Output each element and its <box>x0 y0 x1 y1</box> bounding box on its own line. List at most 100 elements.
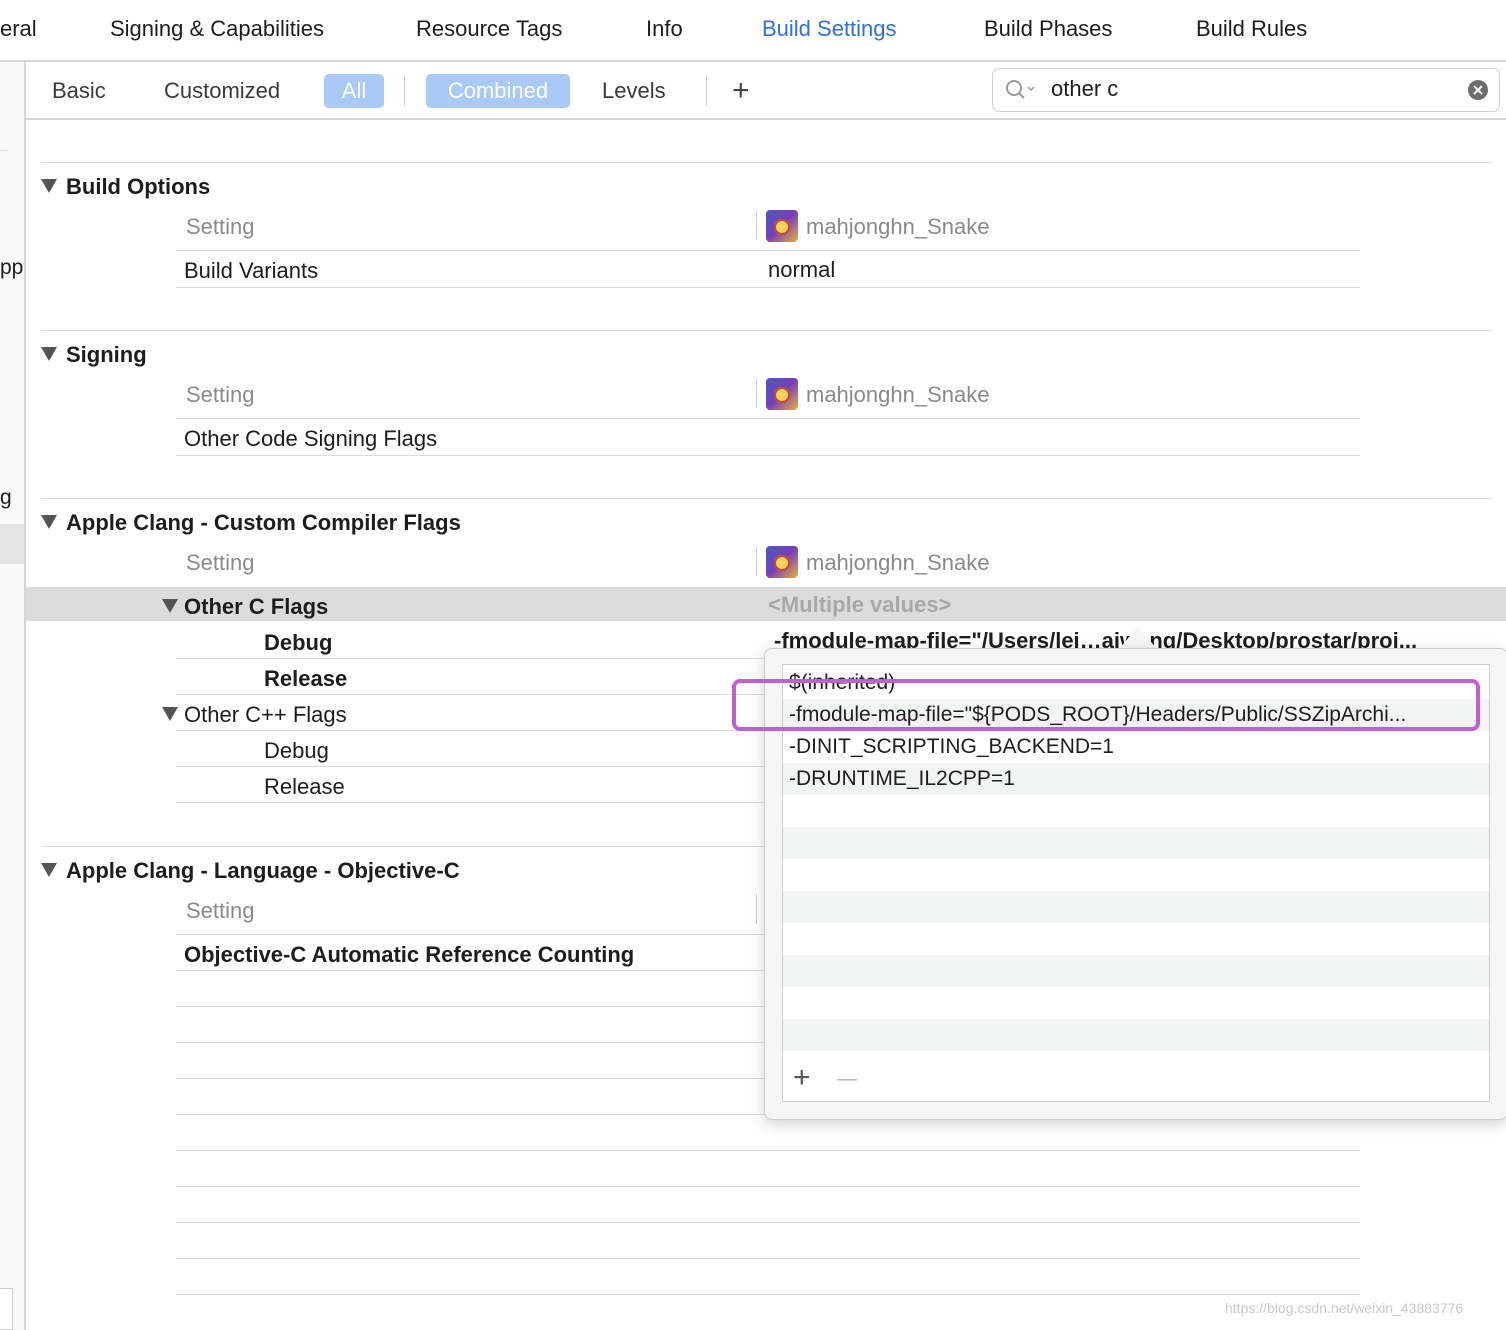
row-divider <box>176 970 764 971</box>
config-name-release: Release <box>264 666 348 691</box>
disclosure-triangle-icon[interactable] <box>162 707 178 721</box>
all-button[interactable]: All <box>324 74 384 108</box>
empty-list-row <box>783 859 1489 891</box>
search-input[interactable]: other c <box>1051 76 1118 102</box>
column-divider <box>756 378 757 408</box>
setting-column-header: Setting <box>186 214 255 239</box>
add-flag-button[interactable]: + <box>793 1063 811 1093</box>
popover-arrow <box>1120 626 1156 648</box>
empty-list-row <box>783 1019 1489 1051</box>
row-divider <box>176 730 764 731</box>
tab-build-phases[interactable]: Build Phases <box>984 16 1112 42</box>
section-title-objective-c: Apple Clang - Language - Objective-C <box>66 858 460 883</box>
disclosure-triangle-icon[interactable] <box>41 515 57 529</box>
disclosure-triangle-icon[interactable] <box>41 347 57 361</box>
row-divider <box>176 250 1360 251</box>
empty-list-row <box>783 955 1489 987</box>
row-divider <box>176 455 1360 456</box>
build-settings-filter-bar: Basic Customized All Combined Levels + o… <box>26 62 1506 120</box>
section-title-build-options: Build Options <box>66 174 211 199</box>
row-divider <box>176 287 1360 288</box>
tab-general[interactable]: eral <box>0 16 37 42</box>
target-app-icon <box>766 210 798 242</box>
setting-name-build-variants[interactable]: Build Variants <box>184 258 318 284</box>
row-divider <box>176 1294 1360 1295</box>
levels-button[interactable]: Levels <box>602 74 666 108</box>
basic-button[interactable]: Basic <box>52 74 106 108</box>
section-title-signing: Signing <box>66 342 147 367</box>
row-divider <box>176 766 764 767</box>
setting-value-multiple-values[interactable]: <Multiple values> <box>768 592 951 618</box>
row-divider <box>176 1222 1360 1223</box>
section-divider <box>42 330 1492 331</box>
watermark: https://blog.csdn.net/weixin_43883776 <box>1225 1300 1464 1316</box>
target-column-header: mahjonghn_Snake <box>806 550 990 575</box>
sidebar-divider <box>0 150 8 151</box>
target-column-header: mahjonghn_Snake <box>806 214 990 239</box>
row-divider <box>176 1258 1360 1259</box>
section-title-custom-compiler-flags: Apple Clang - Custom Compiler Flags <box>66 510 461 535</box>
empty-list-row <box>783 987 1489 1019</box>
list-item[interactable]: -DRUNTIME_IL2CPP=1 <box>783 763 1489 795</box>
setting-column-header: Setting <box>186 382 255 407</box>
row-divider <box>176 1186 1360 1187</box>
list-item[interactable]: -DINIT_SCRIPTING_BACKEND=1 <box>783 731 1489 763</box>
disclosure-triangle-icon[interactable] <box>41 179 57 193</box>
filter-divider <box>706 76 707 106</box>
row-divider <box>176 694 764 695</box>
row-divider <box>176 1042 764 1043</box>
row-divider <box>176 1006 764 1007</box>
row-divider <box>176 658 764 659</box>
tab-build-rules[interactable]: Build Rules <box>1196 16 1307 42</box>
setting-name-objc-arc[interactable]: Objective-C Automatic Reference Counting <box>184 942 634 968</box>
column-divider <box>756 546 757 576</box>
clear-search-icon[interactable] <box>1467 79 1489 101</box>
row-divider <box>176 1150 1360 1151</box>
setting-column-header: Setting <box>186 898 255 923</box>
empty-list-row <box>783 923 1489 955</box>
config-name-debug: Debug <box>264 738 329 763</box>
sidebar-selected-item[interactable] <box>0 524 24 564</box>
sidebar-filter-field[interactable] <box>0 1288 13 1330</box>
customized-button[interactable]: Customized <box>164 74 280 108</box>
annotation-highlight-box <box>732 679 1480 731</box>
add-setting-button[interactable]: + <box>732 74 750 108</box>
tab-signing-capabilities[interactable]: Signing & Capabilities <box>110 16 324 42</box>
tab-info[interactable]: Info <box>646 16 683 42</box>
section-divider <box>42 498 1492 499</box>
disclosure-triangle-icon[interactable] <box>41 863 57 877</box>
filter-divider <box>404 76 405 106</box>
remove-flag-button[interactable]: — <box>837 1069 857 1089</box>
config-name-release: Release <box>264 774 345 799</box>
tab-bar: eral Signing & Capabilities Resource Tag… <box>0 0 1506 62</box>
setting-name-other-code-signing-flags[interactable]: Other Code Signing Flags <box>184 426 437 452</box>
config-name-debug: Debug <box>264 630 333 655</box>
sidebar-item-app[interactable]: pp <box>0 256 23 280</box>
setting-column-header: Setting <box>186 550 255 575</box>
column-divider <box>756 894 757 924</box>
target-app-icon <box>766 378 798 410</box>
section-divider <box>42 846 764 847</box>
combined-button[interactable]: Combined <box>426 74 570 108</box>
row-divider <box>176 802 764 803</box>
empty-list-row <box>783 891 1489 923</box>
row-divider <box>176 1078 764 1079</box>
tab-build-settings[interactable]: Build Settings <box>762 16 897 42</box>
setting-value-build-variants[interactable]: normal <box>768 257 835 283</box>
disclosure-triangle-icon[interactable] <box>162 599 178 613</box>
empty-list-row <box>783 795 1489 827</box>
targets-sidebar: pp g <box>0 62 26 1330</box>
tab-resource-tags[interactable]: Resource Tags <box>416 16 562 42</box>
search-field[interactable]: other c <box>992 68 1500 112</box>
target-column-header: mahjonghn_Snake <box>806 382 990 407</box>
row-divider <box>176 418 1360 419</box>
target-app-icon <box>766 546 798 578</box>
search-icon <box>1006 80 1035 99</box>
setting-name-other-c-flags[interactable]: Other C Flags <box>184 594 328 620</box>
column-divider <box>756 210 757 240</box>
empty-list-row <box>783 827 1489 859</box>
section-divider <box>42 162 1492 163</box>
row-divider <box>176 934 764 935</box>
sidebar-item-partial[interactable]: g <box>0 486 12 510</box>
setting-name-other-cpp-flags[interactable]: Other C++ Flags <box>184 702 347 728</box>
